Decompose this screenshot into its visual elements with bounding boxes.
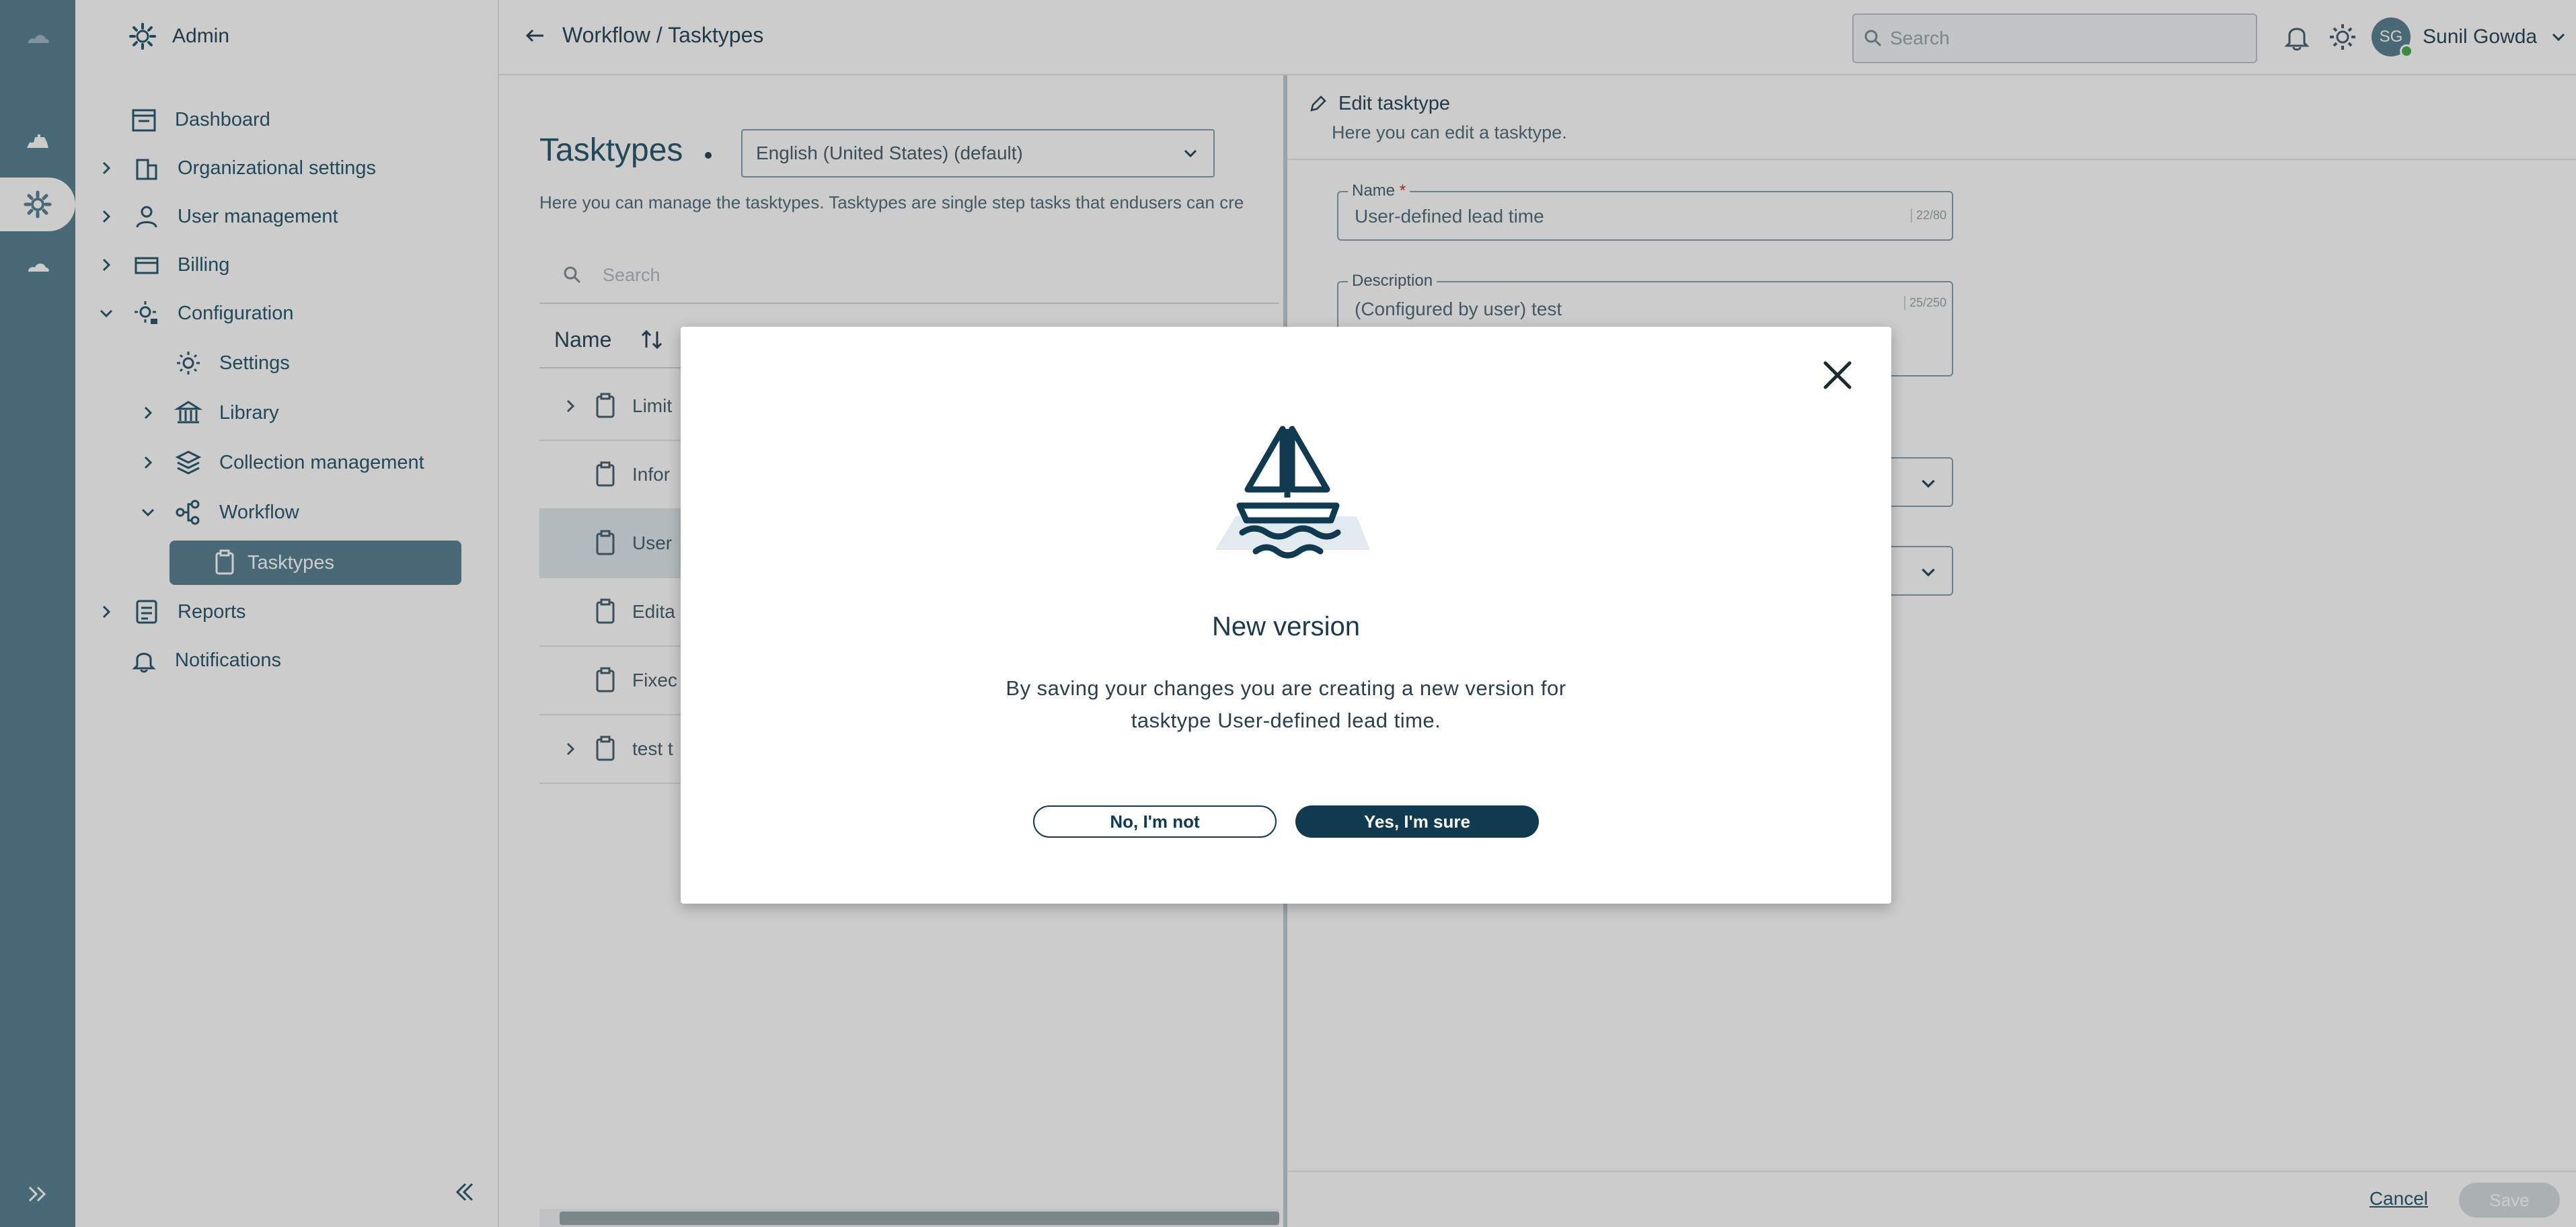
dialog-title: New version	[1211, 612, 1361, 641]
yes-button[interactable]: Yes, I'm sure	[1295, 805, 1539, 838]
close-icon[interactable]	[1819, 356, 1856, 394]
sailboat-icon	[1215, 426, 1370, 559]
no-button[interactable]: No, I'm not	[1033, 805, 1277, 838]
new-version-dialog: New version By saving your changes you a…	[681, 327, 1891, 904]
dialog-message: By saving your changes you are creating …	[1006, 676, 1566, 732]
